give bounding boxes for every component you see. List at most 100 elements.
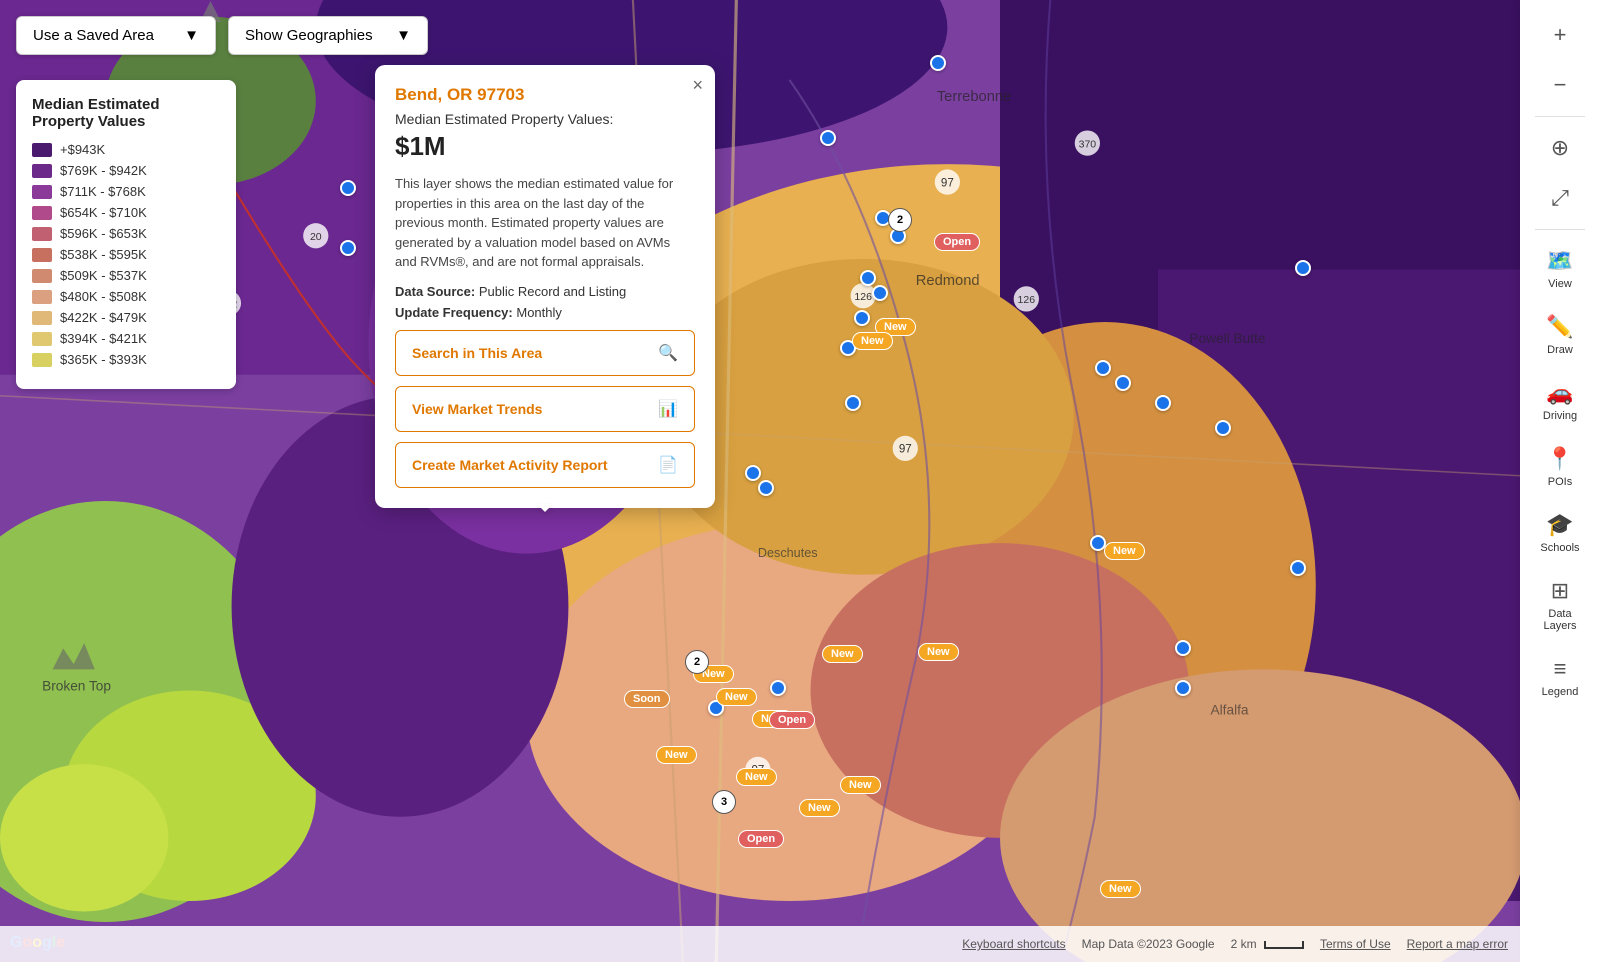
- map-marker[interactable]: [1290, 560, 1306, 576]
- legend-title: Median EstimatedProperty Values: [32, 96, 220, 130]
- legend-item: $769K - $942K: [32, 163, 220, 178]
- map-marker[interactable]: [340, 240, 356, 256]
- bottom-bar: Keyboard shortcuts Map Data ©2023 Google…: [0, 926, 1520, 962]
- location-icon: ⊕: [1551, 135, 1569, 161]
- popup-description: This layer shows the median estimated va…: [395, 174, 695, 272]
- legend-color-swatch: [32, 248, 52, 262]
- legend-color-swatch: [32, 269, 52, 283]
- pencil-icon: ✏️: [1546, 314, 1573, 340]
- view-button[interactable]: 🗺️ View: [1526, 238, 1594, 300]
- new-badge[interactable]: New: [656, 746, 697, 764]
- search-in-area-label: Search in This Area: [412, 345, 542, 361]
- expand-icon: ⤢: [1551, 185, 1569, 211]
- property-popup: × Bend, OR 97703 Median Estimated Proper…: [375, 65, 715, 508]
- chevron-down-icon: ▼: [184, 27, 199, 44]
- zoom-in-button[interactable]: +: [1526, 12, 1594, 58]
- new-badge[interactable]: New: [822, 645, 863, 663]
- soon-badge[interactable]: Soon: [624, 690, 670, 708]
- svg-text:126: 126: [854, 291, 872, 303]
- map-marker[interactable]: [930, 55, 946, 71]
- new-badge[interactable]: New: [1100, 880, 1141, 898]
- map-marker[interactable]: [1215, 420, 1231, 436]
- school-icon: 🎓: [1546, 512, 1573, 538]
- map-marker[interactable]: [758, 480, 774, 496]
- new-badge[interactable]: New: [852, 332, 893, 350]
- svg-text:97: 97: [941, 177, 954, 189]
- map-marker[interactable]: [820, 130, 836, 146]
- show-geographies-dropdown[interactable]: Show Geographies ▼: [228, 16, 428, 55]
- location-button[interactable]: ⊕: [1526, 125, 1594, 171]
- pois-button[interactable]: 📍 POIs: [1526, 436, 1594, 498]
- new-badge[interactable]: New: [736, 768, 777, 786]
- open-badge[interactable]: Open: [769, 711, 815, 729]
- map-data-credit: Map Data ©2023 Google: [1082, 937, 1215, 951]
- zoom-out-button[interactable]: −: [1526, 62, 1594, 108]
- chevron-down-icon: ▼: [396, 27, 411, 44]
- fullscreen-button[interactable]: ⤢: [1526, 175, 1594, 221]
- open-badge[interactable]: Open: [934, 233, 980, 251]
- legend-item-label: $422K - $479K: [60, 310, 147, 325]
- map-marker[interactable]: [872, 285, 888, 301]
- legend-label: Legend: [1542, 686, 1579, 698]
- cluster-badge[interactable]: 2: [685, 650, 709, 674]
- map-marker[interactable]: [845, 395, 861, 411]
- legend-color-swatch: [32, 143, 52, 157]
- legend-item: $509K - $537K: [32, 268, 220, 283]
- map-icon: 🗺️: [1546, 248, 1573, 274]
- create-report-label: Create Market Activity Report: [412, 457, 608, 473]
- legend-item-label: $654K - $710K: [60, 205, 147, 220]
- scale-bar: [1264, 941, 1304, 949]
- svg-text:Alfalfa: Alfalfa: [1211, 703, 1249, 718]
- create-report-button[interactable]: Create Market Activity Report 📄: [395, 442, 695, 488]
- map-marker[interactable]: [745, 465, 761, 481]
- map-marker[interactable]: [1095, 360, 1111, 376]
- legend-color-swatch: [32, 332, 52, 346]
- keyboard-shortcuts[interactable]: Keyboard shortcuts: [962, 937, 1065, 951]
- car-icon: 🚗: [1546, 380, 1573, 406]
- map-marker[interactable]: [1175, 680, 1191, 696]
- map-marker[interactable]: [1155, 395, 1171, 411]
- map-marker[interactable]: [860, 270, 876, 286]
- divider: [1535, 116, 1585, 117]
- map-marker[interactable]: [1295, 260, 1311, 276]
- map-marker[interactable]: [854, 310, 870, 326]
- new-badge[interactable]: New: [840, 776, 881, 794]
- svg-text:Powell Butte: Powell Butte: [1189, 331, 1265, 346]
- saved-area-dropdown[interactable]: Use a Saved Area ▼: [16, 16, 216, 55]
- terms-of-use-link[interactable]: Terms of Use: [1320, 937, 1391, 951]
- legend-item: $654K - $710K: [32, 205, 220, 220]
- driving-label: Driving: [1543, 410, 1577, 422]
- map-marker[interactable]: [770, 680, 786, 696]
- search-icon: 🔍: [658, 343, 678, 363]
- map-marker[interactable]: [1115, 375, 1131, 391]
- cluster-badge[interactable]: 3: [712, 790, 736, 814]
- open-badge[interactable]: Open: [738, 830, 784, 848]
- legend-item: $538K - $595K: [32, 247, 220, 262]
- new-badge[interactable]: New: [799, 799, 840, 817]
- schools-label: Schools: [1540, 542, 1579, 554]
- cluster-badge[interactable]: 2: [888, 208, 912, 232]
- legend-button[interactable]: ≡ Legend: [1526, 646, 1594, 708]
- view-market-trends-button[interactable]: View Market Trends 📊: [395, 386, 695, 432]
- search-in-area-button[interactable]: Search in This Area 🔍: [395, 330, 695, 376]
- new-badge[interactable]: New: [918, 643, 959, 661]
- pois-label: POIs: [1548, 476, 1572, 488]
- new-badge[interactable]: New: [716, 688, 757, 706]
- draw-button[interactable]: ✏️ Draw: [1526, 304, 1594, 366]
- new-badge[interactable]: New: [1104, 542, 1145, 560]
- schools-button[interactable]: 🎓 Schools: [1526, 502, 1594, 564]
- svg-text:Deschutes: Deschutes: [758, 546, 818, 560]
- data-layers-label: Data Layers: [1534, 608, 1586, 632]
- legend-item-label: $596K - $653K: [60, 226, 147, 241]
- legend-item: $711K - $768K: [32, 184, 220, 199]
- map-container[interactable]: Terrebonne Redmond Powell Butte Alfalfa …: [0, 0, 1600, 962]
- minus-icon: −: [1554, 72, 1567, 98]
- map-marker[interactable]: [340, 180, 356, 196]
- popup-update-freq: Update Frequency: Monthly: [395, 305, 695, 320]
- data-layers-button[interactable]: ⊞ Data Layers: [1526, 568, 1594, 642]
- driving-button[interactable]: 🚗 Driving: [1526, 370, 1594, 432]
- map-marker[interactable]: [1175, 640, 1191, 656]
- popup-value: $1M: [395, 131, 695, 162]
- report-error-link[interactable]: Report a map error: [1407, 937, 1508, 951]
- popup-close-button[interactable]: ×: [692, 75, 703, 96]
